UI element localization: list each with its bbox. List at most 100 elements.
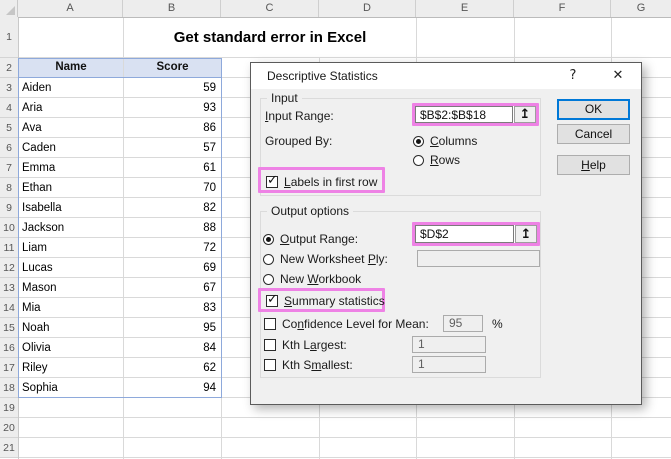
row-header-21[interactable]: 21 bbox=[0, 438, 18, 458]
table-row-cell-score[interactable]: 70 bbox=[124, 178, 216, 198]
kth-smallest-checkbox[interactable]: Kth Smallest: bbox=[264, 358, 353, 372]
summary-statistics-checkbox[interactable]: ✓ Summary statistics bbox=[261, 291, 385, 309]
row-header-18[interactable]: 18 bbox=[0, 378, 18, 398]
row-header-1[interactable]: 1 bbox=[0, 17, 18, 58]
column-header-g[interactable]: G bbox=[611, 0, 671, 17]
table-row-cell-name[interactable]: Jackson bbox=[22, 218, 121, 238]
dialog-titlebar[interactable]: Descriptive Statistics ? ✕ bbox=[251, 63, 641, 89]
row-header-2[interactable]: 2 bbox=[0, 58, 18, 78]
row-header-7[interactable]: 7 bbox=[0, 158, 18, 178]
radio-output-range-control[interactable] bbox=[263, 233, 274, 245]
radio-columns-control[interactable] bbox=[413, 135, 424, 147]
table-row-cell-score[interactable]: 93 bbox=[124, 98, 216, 118]
table-row-cell-score[interactable]: 62 bbox=[124, 358, 216, 378]
output-range-field[interactable] bbox=[415, 225, 514, 243]
input-range-collapse-button[interactable]: ↥ bbox=[514, 106, 536, 123]
row-header-3[interactable]: 3 bbox=[0, 78, 18, 98]
row-header-10[interactable]: 10 bbox=[0, 218, 18, 238]
table-row-cell-name[interactable]: Lucas bbox=[22, 258, 121, 278]
table-row-cell-name[interactable]: Mia bbox=[22, 298, 121, 318]
table-row-cell-name[interactable]: Riley bbox=[22, 358, 121, 378]
excel-window: A B C D E F G 1 2 3 4 5 6 7 8 9 10 11 12… bbox=[0, 0, 671, 459]
input-range-field[interactable] bbox=[415, 106, 513, 123]
dialog-close-button[interactable]: ✕ bbox=[603, 63, 633, 89]
table-row-cell-score[interactable]: 72 bbox=[124, 238, 216, 258]
row-header-16[interactable]: 16 bbox=[0, 338, 18, 358]
row-header-4[interactable]: 4 bbox=[0, 98, 18, 118]
row-header-14[interactable]: 14 bbox=[0, 298, 18, 318]
table-row-cell-name[interactable]: Ava bbox=[22, 118, 121, 138]
ok-button[interactable]: OK bbox=[557, 99, 630, 120]
table-row-cell-name[interactable]: Emma bbox=[22, 158, 121, 178]
table-row-cell-name[interactable]: Mason bbox=[22, 278, 121, 298]
column-header-d[interactable]: D bbox=[319, 0, 416, 17]
new-worksheet-ply-field[interactable] bbox=[417, 250, 540, 267]
table-row-cell-name[interactable]: Liam bbox=[22, 238, 121, 258]
table-row-cell-score[interactable]: 67 bbox=[124, 278, 216, 298]
confidence-level-field[interactable]: 95 bbox=[443, 315, 483, 332]
help-button[interactable]: Help bbox=[557, 155, 630, 175]
table-row-cell-name[interactable]: Aria bbox=[22, 98, 121, 118]
column-header-c[interactable]: C bbox=[221, 0, 319, 17]
table-row-cell-score[interactable]: 94 bbox=[124, 378, 216, 398]
kth-largest-checkbox[interactable]: Kth Largest: bbox=[264, 338, 347, 352]
table-row-cell-score[interactable]: 59 bbox=[124, 78, 216, 98]
radio-new-worksheet-ply-control[interactable] bbox=[263, 253, 274, 265]
kth-largest-field[interactable]: 1 bbox=[412, 336, 486, 353]
sheet-title-cell[interactable]: Get standard error in Excel bbox=[124, 18, 416, 57]
dialog-help-button[interactable]: ? bbox=[561, 63, 585, 89]
labels-first-row-checkbox[interactable]: ✓ Labels in first row bbox=[261, 170, 377, 190]
radio-output-range[interactable]: Output Range: bbox=[263, 232, 358, 246]
table-row-cell-name[interactable]: Noah bbox=[22, 318, 121, 338]
table-row-cell-name[interactable]: Ethan bbox=[22, 178, 121, 198]
table-row-cell-score[interactable]: 82 bbox=[124, 198, 216, 218]
table-header-score[interactable]: Score bbox=[124, 58, 221, 78]
radio-new-workbook[interactable]: New Workbook bbox=[263, 272, 361, 286]
row-header-13[interactable]: 13 bbox=[0, 278, 18, 298]
table-row-cell-score[interactable]: 57 bbox=[124, 138, 216, 158]
row-header-17[interactable]: 17 bbox=[0, 358, 18, 378]
table-row-cell-score[interactable]: 69 bbox=[124, 258, 216, 278]
row-header-19[interactable]: 19 bbox=[0, 398, 18, 418]
table-row-cell-score[interactable]: 83 bbox=[124, 298, 216, 318]
table-row-cell-score[interactable]: 86 bbox=[124, 118, 216, 138]
table-row-cell-name[interactable]: Olivia bbox=[22, 338, 121, 358]
labels-first-row-checkbox-control[interactable]: ✓ bbox=[266, 173, 278, 188]
summary-statistics-highlight: ✓ Summary statistics bbox=[258, 288, 385, 312]
output-range-collapse-button[interactable]: ↥ bbox=[515, 225, 537, 243]
confidence-level-checkbox[interactable]: Confidence Level for Mean: bbox=[264, 317, 429, 331]
kth-largest-checkbox-control[interactable] bbox=[264, 339, 276, 351]
row-header-5[interactable]: 5 bbox=[0, 118, 18, 138]
row-header-12[interactable]: 12 bbox=[0, 258, 18, 278]
row-header-9[interactable]: 9 bbox=[0, 198, 18, 218]
select-all-button[interactable] bbox=[0, 0, 18, 17]
column-header-e[interactable]: E bbox=[416, 0, 514, 17]
table-header-name[interactable]: Name bbox=[19, 58, 123, 78]
row-header-15[interactable]: 15 bbox=[0, 318, 18, 338]
table-row-cell-name[interactable]: Isabella bbox=[22, 198, 121, 218]
table-row-cell-score[interactable]: 84 bbox=[124, 338, 216, 358]
table-row-cell-name[interactable]: Aiden bbox=[22, 78, 121, 98]
row-header-8[interactable]: 8 bbox=[0, 178, 18, 198]
summary-statistics-checkbox-control[interactable]: ✓ bbox=[266, 292, 278, 307]
table-row-cell-score[interactable]: 61 bbox=[124, 158, 216, 178]
column-header-b[interactable]: B bbox=[123, 0, 221, 17]
table-row-cell-score[interactable]: 95 bbox=[124, 318, 216, 338]
column-header-a[interactable]: A bbox=[18, 0, 123, 17]
radio-columns[interactable]: Columns bbox=[413, 134, 477, 148]
row-header-6[interactable]: 6 bbox=[0, 138, 18, 158]
radio-new-worksheet-ply[interactable]: New Worksheet Ply: bbox=[263, 252, 388, 266]
cancel-button[interactable]: Cancel bbox=[557, 124, 630, 144]
radio-rows-control[interactable] bbox=[413, 154, 424, 166]
table-row-cell-score[interactable]: 88 bbox=[124, 218, 216, 238]
radio-new-workbook-control[interactable] bbox=[263, 273, 274, 285]
row-header-20[interactable]: 20 bbox=[0, 418, 18, 438]
table-row-cell-name[interactable]: Caden bbox=[22, 138, 121, 158]
row-header-11[interactable]: 11 bbox=[0, 238, 18, 258]
kth-smallest-field[interactable]: 1 bbox=[412, 356, 486, 373]
radio-rows[interactable]: Rows bbox=[413, 153, 460, 167]
kth-smallest-checkbox-control[interactable] bbox=[264, 359, 276, 371]
confidence-level-checkbox-control[interactable] bbox=[264, 318, 276, 330]
column-header-f[interactable]: F bbox=[514, 0, 611, 17]
table-row-cell-name[interactable]: Sophia bbox=[22, 378, 121, 398]
